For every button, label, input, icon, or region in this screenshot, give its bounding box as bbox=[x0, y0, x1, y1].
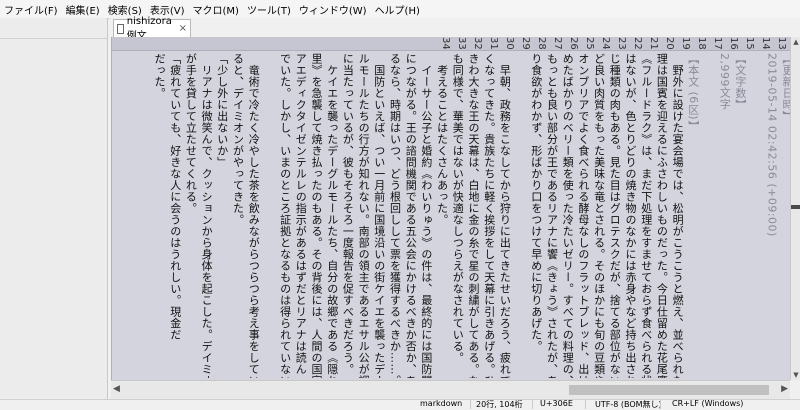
text-line[interactable]: 【本文 (6区)】 bbox=[685, 53, 701, 378]
text-line[interactable]: も同様で、華美ではないが快適なしつらえがなされている。 bbox=[449, 53, 465, 378]
line-number: 34 bbox=[440, 37, 451, 50]
scroll-down-icon[interactable]: ▼ bbox=[791, 370, 800, 380]
tab-nishizora[interactable]: nishizora例文 × bbox=[113, 16, 191, 42]
menu-item-3[interactable]: 表示(V) bbox=[146, 2, 189, 17]
line-number: 15 bbox=[744, 37, 755, 50]
horizontal-scrollbar[interactable]: ◀ ▶ bbox=[111, 380, 790, 400]
text-line[interactable]: 「疲れていても、好きな人に会うのはうれしい。現金だ bbox=[167, 53, 183, 378]
text-line[interactable]: もっとも良い部分が王であるリアナに饗《きょう》されたが、あま bbox=[544, 53, 560, 378]
line-number: 13 bbox=[776, 37, 787, 50]
text-line[interactable]: り食欲がわかず、形ばかり口をつけて早めに切りあげた。 bbox=[528, 53, 544, 378]
line-number: 32 bbox=[472, 37, 483, 50]
text-line[interactable]: につながる。王の諮問機関である五公会にかけるべきか否か、あげ bbox=[402, 53, 418, 378]
menu-item-6[interactable]: ウィンドウ(W) bbox=[295, 2, 371, 17]
text-line[interactable] bbox=[512, 53, 528, 378]
line-number: 31 bbox=[488, 37, 499, 50]
scroll-right-icon[interactable]: ▶ bbox=[781, 384, 788, 394]
line-number: 20 bbox=[664, 37, 675, 50]
tab-bar: nishizora例文 × bbox=[111, 16, 800, 42]
text-line[interactable]: 《フルードラク》は、まだ下処理をすませておらず食べられる状態で bbox=[638, 53, 654, 378]
line-number: 18 bbox=[696, 37, 707, 50]
line-number: 17 bbox=[712, 37, 723, 50]
text-line[interactable]: 里》を急襲して焼き払ったのもある。その背後には、人間の国家 bbox=[308, 53, 324, 378]
text-line[interactable]: 野外に設けた宴会場では、松明がこうこうと燃え、並べられた料 bbox=[669, 53, 685, 379]
status-position[interactable]: 20行, 104桁 bbox=[476, 399, 523, 410]
scroll-position-marker[interactable] bbox=[791, 205, 800, 209]
line-number: 19 bbox=[680, 37, 691, 50]
text-line[interactable]: リアナは微笑んで、クッションから身体を起こした。デイミオン bbox=[198, 53, 214, 379]
status-encoding[interactable]: UTF-8 (BOM無し) bbox=[595, 399, 662, 410]
text-line[interactable]: アエディクタイゼンテルレの指示があるはずだとリアナは読ん bbox=[292, 53, 308, 378]
line-number-ruler: 13 14 15 16 17 18 19 20 21 22 23 24 25 26 27 28 29 30 31 32… bbox=[112, 37, 791, 51]
text-line[interactable]: でいた。しかし、いまのところ証拠となるものは得られていない。 bbox=[277, 53, 293, 378]
text-line[interactable]: オンブリアでよく食べられる酵母なしのフラットブレッド、出はじ bbox=[575, 53, 591, 378]
menu-item-4[interactable]: マクロ(M) bbox=[189, 2, 243, 17]
line-number: 14 bbox=[760, 37, 771, 50]
menu-item-1[interactable]: 編集(E) bbox=[62, 2, 104, 17]
menu-item-0[interactable]: ファイル(F) bbox=[0, 2, 62, 17]
text-line[interactable]: 2,999文字 bbox=[716, 53, 732, 378]
text-line[interactable]: が手を貸して立たせてくれる。 bbox=[182, 53, 198, 378]
text-line[interactable]: イーサー公子と婚約《わいりゅう》の件は、最終的には国防問題 bbox=[418, 53, 434, 379]
scroll-up-icon[interactable]: ▲ bbox=[791, 37, 800, 47]
side-panel-divider bbox=[0, 38, 107, 39]
status-line-ending[interactable]: CR+LF (Windows) bbox=[672, 399, 743, 408]
menu-item-2[interactable]: 検索(S) bbox=[104, 2, 146, 17]
close-tab-icon[interactable]: × bbox=[179, 23, 187, 34]
text-line[interactable]: きわ大きな王の天幕は、白地に金の糸で星の刺繍がしてある。なか bbox=[465, 53, 481, 378]
text-line[interactable]: 理は国賓を迎えるにふさわしいものだった。今日仕留めた花尾鷹 bbox=[653, 53, 669, 378]
text-line[interactable]: るなら、時期はいつ、どう根回しして票を獲得するべきか……。 bbox=[387, 53, 403, 378]
status-codepoint: U+306E bbox=[540, 399, 573, 408]
line-number: 22 bbox=[632, 37, 643, 50]
line-number: 26 bbox=[568, 37, 579, 50]
menu-bar: ファイル(F) 編集(E) 検索(S) 表示(V) マクロ(M) ツール(T) ウィンドウ(… bbox=[0, 0, 800, 19]
vertical-scrollbar[interactable]: ▲ ▼ bbox=[790, 37, 800, 380]
text-line[interactable]: ルモールたちの行方が知れない。南部の領主であるエサル公が調査 bbox=[355, 53, 371, 378]
text-line[interactable] bbox=[701, 53, 717, 378]
line-number: 23 bbox=[616, 37, 627, 50]
text-line[interactable]: に当たっているが、彼もそろそろ一度報告を促すべきだろう。 bbox=[339, 53, 355, 378]
text-line[interactable]: 竜術で冷たく冷やした茶を飲みながらつらつら考え事をしてい bbox=[245, 53, 261, 379]
document-icon bbox=[117, 23, 124, 34]
text-line[interactable]: だった。 bbox=[151, 53, 167, 378]
menu-item-5[interactable]: ツール(T) bbox=[243, 2, 295, 17]
menu-item-7[interactable]: ヘルプ(H) bbox=[371, 2, 424, 17]
line-number: 24 bbox=[600, 37, 611, 50]
line-number: 33 bbox=[456, 37, 467, 50]
scroll-left-icon[interactable]: ◀ bbox=[113, 384, 120, 394]
line-number: 30 bbox=[504, 37, 515, 50]
horizontal-scroll-thumb[interactable] bbox=[569, 385, 769, 395]
text-line[interactable]: ると、デイミオンがやってきた。 bbox=[230, 53, 246, 378]
line-number: 25 bbox=[584, 37, 595, 50]
text-line[interactable]: くなってきた。貴族たちに軽く挨拶をして天幕に引きあげる。ひと bbox=[481, 53, 497, 378]
text-line[interactable]: ケイエを襲ったデーグルモールたち、自分の故郷である《隠れ bbox=[324, 53, 340, 379]
line-number: 28 bbox=[536, 37, 547, 50]
text-line[interactable]: ど良い肉質をもった美味な竜とされる。そのほかにも旬の豆類や、 bbox=[591, 53, 607, 378]
text-line[interactable]: はないが、色とりどりの焼き物のなかには赤身やなど持ち出された同 bbox=[622, 53, 638, 378]
text-line[interactable] bbox=[748, 53, 764, 378]
text-line[interactable] bbox=[261, 53, 277, 378]
status-mode[interactable]: markdown bbox=[420, 399, 462, 408]
text-line[interactable]: めたばかりのベリー類を使った冷たいゼリー。すべての料理の、 bbox=[559, 53, 575, 378]
text-line[interactable]: 2019-05-14 02:42:56 (+09:00) bbox=[763, 53, 779, 378]
side-panel bbox=[0, 18, 108, 399]
text-line[interactable]: 早朝、政務をこなしてから狩りに出てきたせいだろう、疲れて眠 bbox=[496, 53, 512, 379]
line-number: 29 bbox=[520, 37, 531, 50]
line-number: 27 bbox=[552, 37, 563, 50]
text-line[interactable]: 【文字数】 bbox=[732, 53, 748, 378]
vertical-text-editor[interactable]: 13 14 15 16 17 18 19 20 21 22 23 24 25 26 27 28 29 30 31 32… bbox=[111, 37, 791, 380]
text-line[interactable]: 国防といえば、つい一月前に国境沿いの街ケイエを襲ったデーグ bbox=[371, 53, 387, 379]
text-line[interactable]: 「少し外に出ないか」 bbox=[214, 53, 230, 378]
line-number: 21 bbox=[648, 37, 659, 50]
text-line[interactable] bbox=[135, 53, 151, 378]
line-number: 16 bbox=[728, 37, 739, 50]
text-line[interactable]: 考えることはたくさんあった。 bbox=[434, 53, 450, 378]
text-line[interactable]: じ種類の肉もある。見た目はグロテスクだが、捨てる部位がないほ bbox=[606, 53, 622, 378]
